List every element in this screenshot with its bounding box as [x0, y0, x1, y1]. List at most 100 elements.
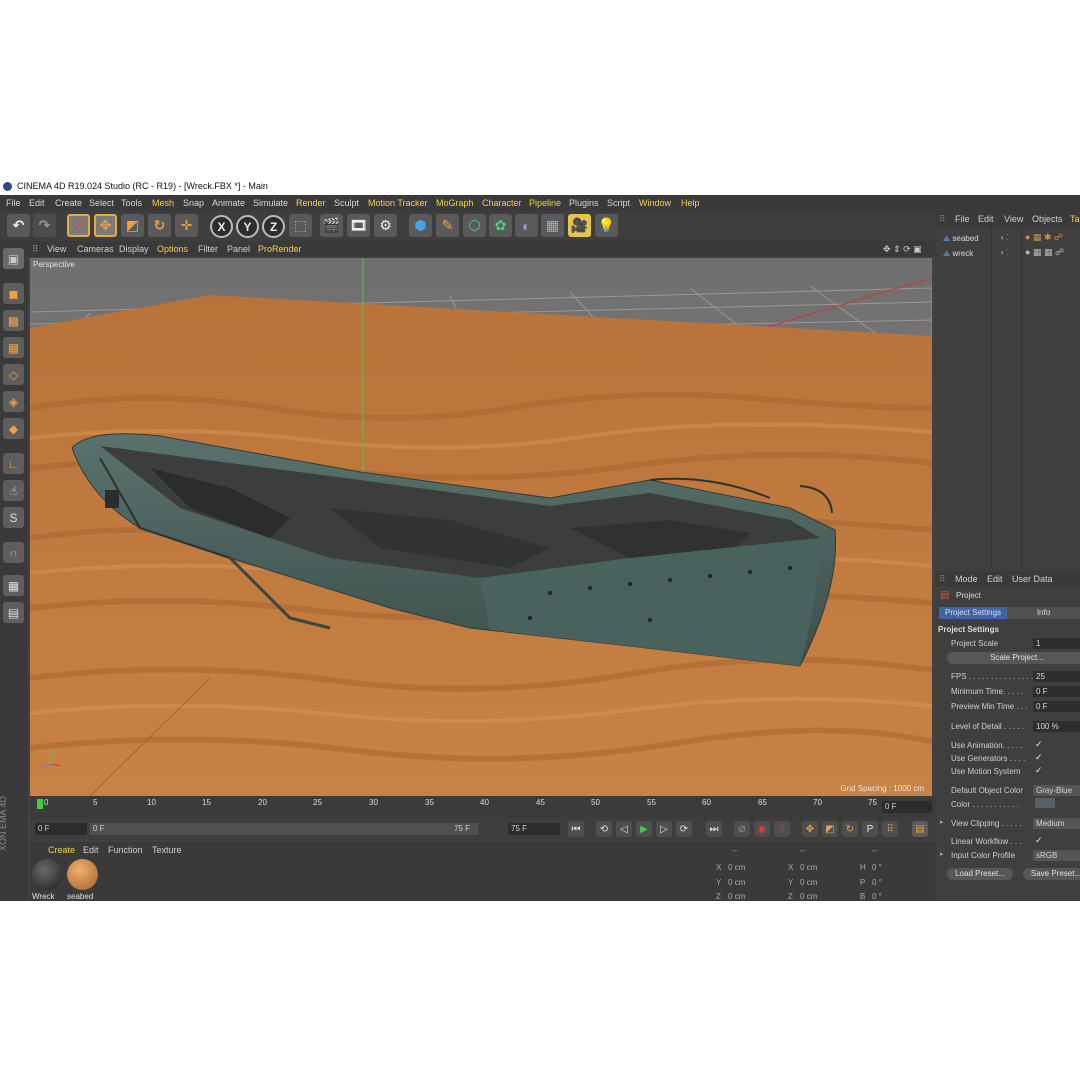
- points-mode-icon[interactable]: ◇: [3, 364, 24, 385]
- load-preset-button[interactable]: Load Preset...: [947, 868, 1013, 880]
- make-editable-icon[interactable]: ▣: [3, 248, 24, 269]
- attr-menu-mode[interactable]: Mode: [955, 574, 978, 584]
- go-to-start-icon[interactable]: ⏮: [568, 821, 584, 837]
- position-y-field[interactable]: 0 cm: [728, 878, 745, 887]
- viewport-menu-options[interactable]: Options: [157, 241, 188, 257]
- menu-snap[interactable]: Snap: [183, 195, 204, 211]
- play-icon[interactable]: ▶: [636, 821, 652, 837]
- visibility-toggle-icon[interactable]: ◑ ⁚: [999, 233, 1009, 242]
- key-rotation-icon[interactable]: ↻: [842, 821, 858, 837]
- record-active-icon[interactable]: ⊘: [734, 821, 750, 837]
- keyframe-selection-icon[interactable]: ?: [774, 821, 790, 837]
- menu-window[interactable]: Window: [639, 195, 671, 211]
- axis-mode-icon[interactable]: ∟: [3, 453, 24, 474]
- planar-workplane-icon[interactable]: ▤: [3, 602, 24, 623]
- menu-create[interactable]: Create: [55, 195, 82, 211]
- viewport-menu-display[interactable]: Display: [119, 241, 149, 257]
- perspective-viewport[interactable]: Perspective Grid Spacing : 1000 cm: [30, 258, 932, 796]
- material-swatch-seabed[interactable]: [67, 859, 98, 890]
- x-axis-lock-icon[interactable]: X: [210, 215, 233, 238]
- menu-tools[interactable]: Tools: [121, 195, 142, 211]
- expand-arrow-icon[interactable]: ▸: [940, 850, 944, 858]
- menu-mesh[interactable]: Mesh: [152, 195, 174, 211]
- scale-project-button[interactable]: Scale Project...: [947, 652, 1080, 664]
- key-parameter-icon[interactable]: P: [862, 821, 878, 837]
- texture-mode-icon[interactable]: ▩: [3, 310, 24, 331]
- menu-mograph[interactable]: MoGraph: [436, 195, 474, 211]
- menu-motion-tracker[interactable]: Motion Tracker: [368, 195, 428, 211]
- render-view-icon[interactable]: 🎬: [320, 214, 343, 237]
- next-frame-icon[interactable]: ▷: [656, 821, 672, 837]
- material-menu-function[interactable]: Function: [108, 845, 143, 855]
- object-menu-file[interactable]: File: [955, 214, 970, 224]
- tag-icons[interactable]: ● ▦ ▦ ☍: [1025, 247, 1064, 258]
- redo-icon[interactable]: ↷: [33, 214, 56, 237]
- position-x-field[interactable]: 0 cm: [728, 863, 745, 872]
- min-time-field[interactable]: 0 F: [1033, 686, 1080, 697]
- scale-tool-icon[interactable]: ◩: [121, 214, 144, 237]
- start-frame-field[interactable]: 0 F: [35, 823, 87, 835]
- expand-arrow-icon[interactable]: ▸: [940, 818, 944, 826]
- go-to-end-icon[interactable]: ⏭: [706, 821, 722, 837]
- z-axis-lock-icon[interactable]: Z: [262, 215, 285, 238]
- menu-character[interactable]: Character: [482, 195, 522, 211]
- next-key-icon[interactable]: ⟳: [676, 821, 692, 837]
- workplane-mode-icon[interactable]: ▦: [3, 337, 24, 358]
- light-icon[interactable]: 💡: [595, 214, 618, 237]
- object-menu-view[interactable]: View: [1004, 214, 1023, 224]
- menu-script[interactable]: Script: [607, 195, 630, 211]
- menu-pipeline[interactable]: Pipeline: [529, 195, 561, 211]
- edges-mode-icon[interactable]: ◈: [3, 391, 24, 412]
- move-tool-icon[interactable]: ✥: [94, 214, 117, 237]
- render-settings-icon[interactable]: ⚙: [374, 214, 397, 237]
- linear-workflow-checkbox[interactable]: ✓: [1035, 835, 1043, 846]
- transform-tool-icon[interactable]: ✛: [175, 214, 198, 237]
- use-motion-checkbox[interactable]: ✓: [1035, 765, 1043, 776]
- size-x-field[interactable]: 0 cm: [800, 863, 817, 872]
- rotate-tool-icon[interactable]: ↻: [148, 214, 171, 237]
- y-axis-lock-icon[interactable]: Y: [236, 215, 259, 238]
- menu-simulate[interactable]: Simulate: [253, 195, 288, 211]
- snapping-icon[interactable]: S: [3, 507, 24, 528]
- range-slider[interactable]: 0 F 75 F: [90, 823, 478, 835]
- attr-menu-edit[interactable]: Edit: [987, 574, 1003, 584]
- coordinate-system-icon[interactable]: ⬚: [289, 214, 312, 237]
- save-preset-button[interactable]: Save Preset...: [1023, 868, 1080, 880]
- end-frame-field[interactable]: 75 F: [508, 823, 560, 835]
- menu-plugins[interactable]: Plugins: [569, 195, 599, 211]
- pen-spline-icon[interactable]: ✎: [436, 214, 459, 237]
- view-clipping-dropdown[interactable]: Medium: [1033, 818, 1080, 829]
- key-position-icon[interactable]: ✥: [802, 821, 818, 837]
- rotation-b-field[interactable]: 0 °: [872, 892, 882, 901]
- use-animation-checkbox[interactable]: ✓: [1035, 739, 1043, 750]
- material-menu-texture[interactable]: Texture: [152, 845, 182, 855]
- viewport-menu-filter[interactable]: Filter: [198, 241, 218, 257]
- deformer-icon[interactable]: ◐: [515, 214, 538, 237]
- tag-icons[interactable]: ● ▦ ✱ ☍: [1025, 232, 1063, 243]
- size-z-field[interactable]: 0 cm: [800, 892, 817, 901]
- camera-icon[interactable]: 🎥: [568, 214, 591, 237]
- menu-sculpt[interactable]: Sculpt: [334, 195, 359, 211]
- rotation-h-field[interactable]: 0 °: [872, 863, 882, 872]
- playhead[interactable]: [37, 799, 43, 809]
- menu-help[interactable]: Help: [681, 195, 700, 211]
- object-menu-edit[interactable]: Edit: [978, 214, 994, 224]
- menu-animate[interactable]: Animate: [212, 195, 245, 211]
- menu-render[interactable]: Render: [296, 195, 326, 211]
- tab-project-settings[interactable]: Project Settings: [939, 607, 1007, 619]
- cube-primitive-icon[interactable]: ⬢: [409, 214, 432, 237]
- input-profile-dropdown[interactable]: sRGB: [1033, 850, 1080, 861]
- object-menu-objects[interactable]: Objects: [1032, 214, 1063, 224]
- previous-key-icon[interactable]: ⟲: [596, 821, 612, 837]
- viewport-navigation-icons[interactable]: ✥ ⇕ ⟳ ▣: [883, 241, 922, 257]
- position-z-field[interactable]: 0 cm: [728, 892, 745, 901]
- object-row-seabed[interactable]: ⟁ seabed: [943, 234, 979, 244]
- rotation-p-field[interactable]: 0 °: [872, 878, 882, 887]
- material-menu-create[interactable]: Create: [48, 845, 75, 855]
- current-frame-field[interactable]: 0 F: [882, 801, 932, 813]
- menu-edit[interactable]: Edit: [29, 195, 45, 211]
- material-menu-edit[interactable]: Edit: [83, 845, 99, 855]
- polygons-mode-icon[interactable]: ◆: [3, 418, 24, 439]
- attr-menu-user-data[interactable]: User Data: [1012, 574, 1053, 584]
- fps-field[interactable]: 25: [1033, 671, 1080, 682]
